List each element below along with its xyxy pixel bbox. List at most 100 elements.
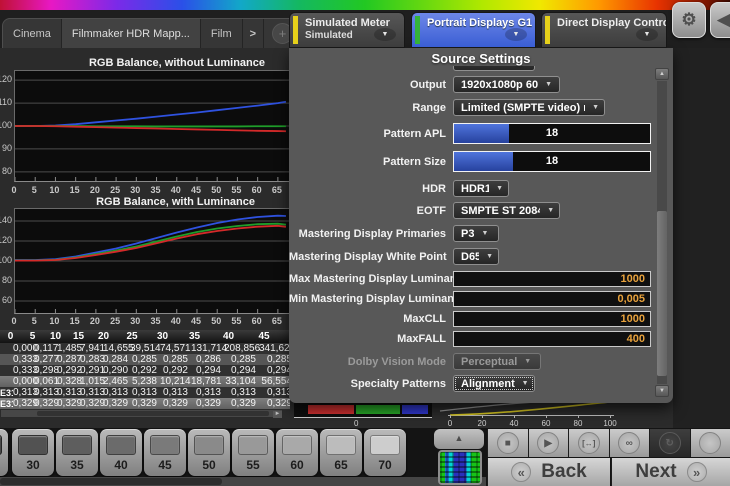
mastering-display-primaries-dropdown[interactable]: P3▼ xyxy=(453,225,499,242)
tab-film[interactable]: Film xyxy=(201,19,243,48)
chevron-down-icon: ▼ xyxy=(496,185,503,192)
device-tab-label: Simulated Meter xyxy=(305,17,404,29)
specialty-patterns-dropdown[interactable]: Alignment▼ xyxy=(453,375,535,392)
table-scrollbar-thumb[interactable] xyxy=(37,411,269,416)
field-label: Mastering Display Primaries xyxy=(289,228,453,240)
refresh-button[interactable]: ↻ xyxy=(649,429,690,457)
scroll-up-arrow-icon[interactable]: ▲ xyxy=(655,68,669,80)
table-cell: 0,294 xyxy=(191,365,224,376)
row-label: E31 xyxy=(0,399,13,409)
table-cell: 2,465 xyxy=(103,376,130,387)
table-row: E310,3290,3290,3290,3290,3290,3290,3290,… xyxy=(0,398,290,409)
table-cell: 0,285 xyxy=(160,354,191,365)
pattern-level-button-30[interactable]: 30 xyxy=(12,429,54,476)
range-dropdown[interactable]: Limited (SMPTE video) range▼ xyxy=(453,99,605,116)
table-horizontal-scrollbar[interactable]: ► xyxy=(0,409,283,418)
column-header: 20 xyxy=(90,330,117,343)
table-cell: 0,329 xyxy=(130,398,160,409)
mastering-display-white-point-dropdown[interactable]: D65▼ xyxy=(453,248,499,265)
level-swatch xyxy=(194,435,224,455)
play-button[interactable]: ▶ xyxy=(528,429,569,457)
scroll-right-arrow-icon[interactable]: ► xyxy=(273,411,282,418)
maxfall-input[interactable]: 400 xyxy=(453,331,651,347)
pattern-level-button-partial[interactable] xyxy=(0,429,8,476)
table-cell: 0,277 xyxy=(34,354,57,365)
collapse-panel-button[interactable]: ◀ xyxy=(710,2,730,38)
color-format-dropdown[interactable]: RGB 8-bit▼ xyxy=(453,66,535,71)
device-tab-direct-display-control[interactable]: Direct Display Control▼ xyxy=(541,12,667,48)
level-label: 30 xyxy=(12,458,54,472)
dialog-scrollbar[interactable]: ▲ ▼ xyxy=(655,68,669,397)
tab-cinema[interactable]: Cinema xyxy=(3,19,62,48)
pattern-level-button-65[interactable]: 65 xyxy=(320,429,362,476)
table-cell: 0,329 xyxy=(224,398,259,409)
gear-icon: ⚙ xyxy=(681,10,696,29)
min-mastering-display-luminance-input[interactable]: 0,005 xyxy=(453,291,651,307)
output-dropdown[interactable]: 1920x1080p 60▼ xyxy=(453,76,560,93)
table-cell: 341,625 xyxy=(259,343,290,354)
scrollbar-thumb[interactable] xyxy=(657,211,667,376)
levels-scrollbar-thumb[interactable] xyxy=(0,478,222,485)
level-label: 65 xyxy=(320,458,362,472)
maxcll-input[interactable]: 1000 xyxy=(453,311,651,327)
table-cell: 0,292 xyxy=(57,365,80,376)
device-tab-simulated-meter[interactable]: Simulated MeterSimulated▼ xyxy=(289,12,405,48)
chevron-down-icon: ▼ xyxy=(547,207,554,214)
table-cell: 0,328 xyxy=(57,376,80,387)
pattern-level-button-45[interactable]: 45 xyxy=(144,429,186,476)
pattern-level-button-60[interactable]: 60 xyxy=(276,429,318,476)
device-tab-portrait-displays-g1[interactable]: Portrait Displays G1▼ xyxy=(411,12,536,48)
chevron-down-icon[interactable]: ▼ xyxy=(374,28,396,41)
hdr-dropdown[interactable]: HDR10▼ xyxy=(453,180,509,197)
stop-button[interactable]: ■ xyxy=(487,429,528,457)
tab-filmmaker-hdr-mapp[interactable]: Filmmaker HDR Mapp... xyxy=(62,19,201,48)
level-swatch xyxy=(150,435,180,455)
dropdown-value: SMPTE ST 2084 xyxy=(461,205,540,217)
scroll-down-arrow-icon[interactable]: ▼ xyxy=(655,385,669,397)
table-cell: 0,000 xyxy=(13,376,34,387)
levels-horizontal-scrollbar[interactable] xyxy=(0,477,486,486)
pattern-level-button-70[interactable]: 70 xyxy=(364,429,406,476)
tab-overflow-button[interactable]: > xyxy=(243,19,264,48)
chevron-down-icon[interactable]: ▼ xyxy=(636,28,658,41)
field-label: Mastering Display White Point xyxy=(289,251,453,263)
settings-row: Pattern APL18 xyxy=(289,123,653,144)
column-header: 5 xyxy=(21,330,44,343)
column-header: 30 xyxy=(147,330,178,343)
pattern-apl-slider[interactable]: 18 xyxy=(453,123,651,144)
indicator-button[interactable] xyxy=(690,429,730,457)
clipped-row: Color FormatRGB 8-bit▼ xyxy=(289,66,653,76)
settings-gear-button[interactable]: ⚙ xyxy=(672,2,706,38)
level-label: 60 xyxy=(276,458,318,472)
pattern-level-button-55[interactable]: 55 xyxy=(232,429,274,476)
field-label: Specialty Patterns xyxy=(289,378,453,390)
pattern-level-button-35[interactable]: 35 xyxy=(56,429,98,476)
table-cell: 10,214 xyxy=(160,376,191,387)
eotf-dropdown[interactable]: SMPTE ST 2084 ▼ xyxy=(453,202,560,219)
dropdown-value: Alignment xyxy=(461,378,515,390)
loop-button[interactable]: ∞ xyxy=(609,429,650,457)
max-mastering-display-luminance-input[interactable]: 1000 xyxy=(453,271,651,287)
next-button[interactable]: Next » xyxy=(611,458,730,486)
settings-row: Color FormatRGB 8-bit▼ xyxy=(289,66,653,71)
table-cell: 0,000 xyxy=(13,343,34,354)
pattern-window-button[interactable]: [↔] xyxy=(568,429,609,457)
back-arrow-icon: « xyxy=(511,462,531,482)
field-label: EOTF xyxy=(289,205,453,217)
chevron-down-icon[interactable]: ▼ xyxy=(505,28,527,41)
tab-accent-bar xyxy=(293,16,298,44)
back-button[interactable]: « Back xyxy=(487,458,610,486)
play-icon: ▶ xyxy=(537,432,559,454)
next-button-label: Next xyxy=(635,461,676,483)
table-cell: 39,514 xyxy=(130,343,160,354)
pattern-panel-collapse-button[interactable]: ▲ xyxy=(434,429,484,449)
column-header: 35 xyxy=(178,330,211,343)
dialog-title: Source Settings xyxy=(289,48,673,66)
pattern-size-slider[interactable]: 18 xyxy=(453,151,651,172)
table-cell: 0,292 xyxy=(130,365,160,376)
test-pattern-thumbnail[interactable] xyxy=(438,450,482,485)
pattern-level-button-40[interactable]: 40 xyxy=(100,429,142,476)
pattern-level-button-50[interactable]: 50 xyxy=(188,429,230,476)
chart1-x-axis: 05101520253035404550556065 xyxy=(14,185,290,196)
table-cell: 0,313 xyxy=(34,387,57,398)
